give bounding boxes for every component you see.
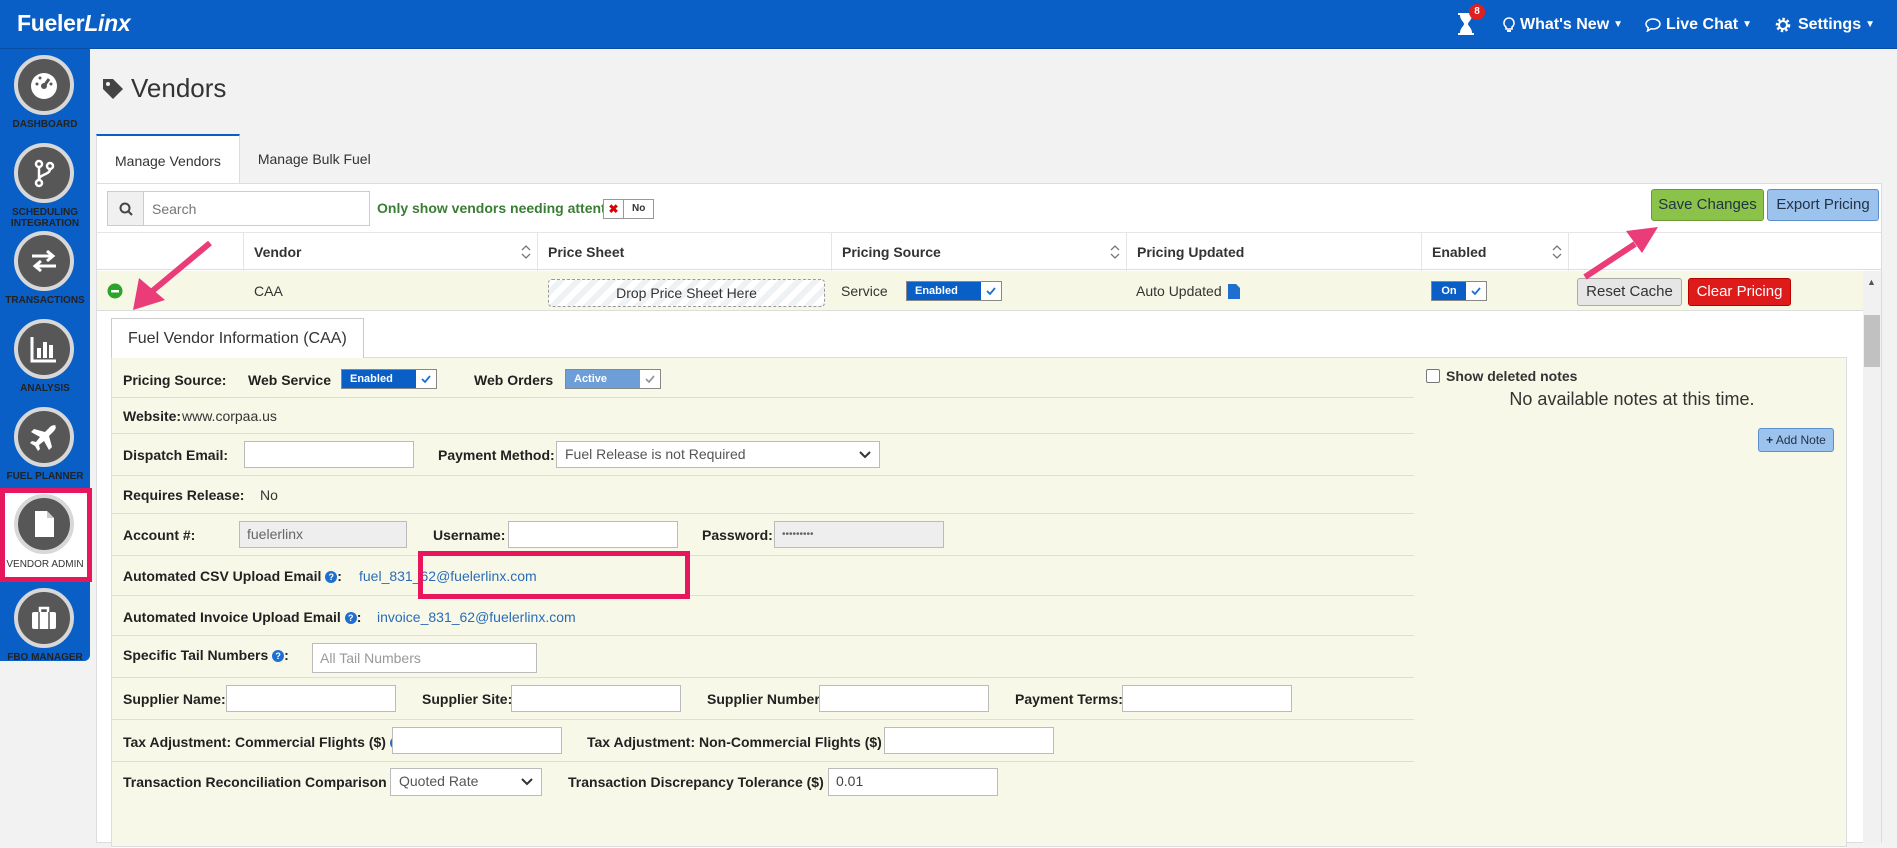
branch-icon (34, 159, 55, 188)
tax-commercial-field[interactable] (392, 727, 562, 754)
username-highlight (418, 551, 690, 599)
plus-icon: + (1766, 433, 1774, 447)
supplier-site-field[interactable] (511, 685, 681, 712)
annotation-arrow-icon (1583, 227, 1658, 280)
gear-icon (1775, 17, 1791, 32)
show-deleted-notes[interactable]: Show deleted notes (1426, 368, 1577, 384)
sidebar-item-transactions[interactable]: TRANSACTIONS (0, 225, 90, 312)
check-icon (640, 370, 660, 388)
supplier-name-field[interactable] (226, 685, 396, 712)
tab-manage-bulk-fuel[interactable]: Manage Bulk Fuel (240, 134, 389, 184)
password-field[interactable]: ••••••••• (774, 521, 944, 548)
tax-noncommercial-field[interactable] (884, 727, 1054, 754)
check-icon (416, 370, 436, 388)
help-icon[interactable]: ? (325, 571, 338, 583)
web-service-toggle[interactable]: Enabled (341, 369, 437, 389)
briefcase-icon (32, 606, 56, 629)
main-content: Vendors Manage Vendors Manage Bulk Fuel … (96, 49, 1882, 848)
dashboard-gauge-icon (31, 73, 57, 99)
exchange-arrows-icon (32, 249, 56, 273)
website-value: www.corpaa.us (182, 408, 277, 424)
notes-empty-message: No available notes at this time. (1509, 389, 1755, 409)
enabled-toggle[interactable]: On (1431, 271, 1487, 311)
search-box (107, 191, 370, 226)
header-pricing-source[interactable]: Pricing Source (831, 233, 1126, 271)
bar-chart-icon (30, 337, 56, 363)
help-icon[interactable]: ? (344, 612, 357, 624)
sidebar-item-analysis[interactable]: ANALYSIS (0, 313, 90, 400)
sidebar-item-fbo-manager[interactable]: FBO MANAGER (0, 582, 90, 669)
sidebar-item-vendor-admin[interactable]: VENDOR ADMIN (0, 488, 92, 582)
check-icon (981, 282, 1001, 300)
username-field[interactable] (508, 521, 678, 548)
payment-terms-field[interactable] (1122, 685, 1292, 712)
lightbulb-icon (1503, 16, 1515, 32)
attention-filter-label: Only show vendors needing attention (377, 200, 627, 216)
sidebar-item-fuel-planner[interactable]: FUEL PLANNER (0, 401, 90, 488)
sort-icon (1110, 245, 1120, 259)
annotation-arrow-icon (133, 240, 212, 310)
chevron-down-icon (859, 442, 871, 467)
account-number-field[interactable]: fuelerlinx (239, 521, 407, 548)
search-input[interactable] (144, 192, 369, 225)
clear-pricing-button[interactable]: Clear Pricing (1688, 278, 1791, 306)
sidebar-item-dashboard[interactable]: DASHBOARD (0, 49, 90, 136)
export-pricing-button[interactable]: Export Pricing (1767, 189, 1879, 221)
tab-fuel-vendor-info[interactable]: Fuel Vendor Information (CAA) (111, 318, 364, 358)
price-sheet-dropzone[interactable]: Drop Price Sheet Here (548, 279, 825, 307)
document-icon (35, 511, 54, 537)
live-chat-menu[interactable]: Live Chat ▼ (1645, 16, 1752, 34)
tail-numbers-field[interactable]: All Tail Numbers (312, 643, 537, 673)
page-title: Vendors (101, 73, 226, 104)
check-icon (1466, 282, 1486, 300)
add-note-button[interactable]: + Add Note (1758, 428, 1834, 452)
web-orders-toggle[interactable]: Active (565, 369, 661, 389)
reset-cache-button[interactable]: Reset Cache (1577, 278, 1682, 306)
top-bar: FuelerLinx 8 What's New ▼ Live Chat ▼ Sett… (0, 0, 1897, 49)
settings-menu[interactable]: Settings ▼ (1774, 16, 1875, 34)
supplier-number-field[interactable] (819, 685, 989, 712)
checkbox[interactable] (1426, 369, 1440, 383)
chevron-down-icon (521, 769, 533, 794)
airplane-icon (30, 425, 56, 451)
sort-icon (1552, 245, 1562, 259)
reconciliation-select[interactable]: Quoted Rate (390, 768, 542, 796)
chat-icon (1645, 17, 1661, 32)
scrollbar[interactable]: ▲ (1863, 271, 1881, 844)
pricing-source-value: Service (841, 283, 888, 299)
tag-icon (103, 78, 123, 99)
fuelerlinx-logo[interactable]: FuelerLinx (17, 10, 131, 37)
notification-badge: 8 (1468, 3, 1485, 20)
dispatch-email-field[interactable] (244, 441, 414, 468)
vendor-detail: Fuel Vendor Information (CAA) Pricing So… (111, 318, 1847, 848)
sidebar: DASHBOARD SCHEDULING INTEGRATION TRANSAC… (0, 49, 92, 663)
help-icon[interactable]: ? (272, 650, 285, 662)
tolerance-field[interactable]: 0.01 (828, 768, 998, 796)
vendors-panel: Only show vendors needing attention ✖ No… (96, 183, 1882, 848)
hourglass-icon[interactable]: 8 (1457, 3, 1485, 38)
header-vendor[interactable]: Vendor (243, 233, 537, 271)
attention-toggle[interactable]: ✖ No (603, 199, 655, 219)
whats-new-menu[interactable]: What's New ▼ (1503, 16, 1623, 34)
save-changes-button[interactable]: Save Changes (1651, 189, 1764, 221)
collapse-icon[interactable] (107, 271, 123, 311)
invoice-email-link[interactable]: invoice_831_62@fuelerlinx.com (377, 609, 576, 625)
sort-icon (521, 245, 531, 259)
search-icon[interactable] (108, 192, 144, 225)
close-icon: ✖ (604, 200, 624, 218)
tab-manage-vendors[interactable]: Manage Vendors (96, 134, 240, 184)
vendor-name: CAA (254, 283, 283, 299)
payment-method-select[interactable]: Fuel Release is not Required (556, 441, 880, 468)
header-pricing-updated: Pricing Updated (1126, 233, 1421, 271)
header-enabled[interactable]: Enabled (1421, 233, 1568, 271)
document-icon[interactable] (1227, 283, 1241, 300)
pricing-source-toggle[interactable]: Enabled (906, 271, 1002, 311)
sidebar-item-scheduling[interactable]: SCHEDULING INTEGRATION (0, 137, 90, 229)
pricing-updated-value: Auto Updated (1136, 271, 1241, 311)
header-price-sheet: Price Sheet (537, 233, 831, 271)
